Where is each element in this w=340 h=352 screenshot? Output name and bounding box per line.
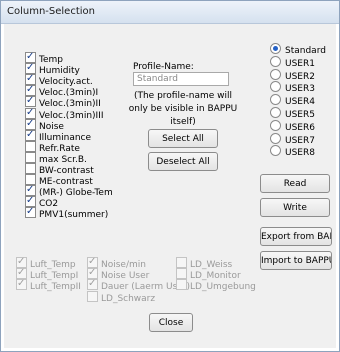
checkbox-checked-icon	[16, 277, 27, 291]
column-checkbox-label: PMV1(summer)	[39, 210, 109, 221]
radio-unselected-icon[interactable]	[270, 132, 281, 144]
profile-radio-label: USER1	[285, 58, 315, 69]
profile-name-input[interactable]	[133, 72, 229, 86]
checkbox-unchecked-icon[interactable]	[25, 140, 36, 152]
radio-unselected-icon[interactable]	[270, 107, 281, 118]
profile-radio-user7[interactable]: USER7	[270, 132, 315, 146]
checkbox-checked-icon[interactable]	[25, 128, 36, 141]
select-all-button[interactable]: Select All	[148, 129, 218, 148]
export-from-bappu-button[interactable]: Export from BAPPU	[260, 227, 332, 246]
profile-radio-user5[interactable]: USER5	[270, 107, 315, 120]
disabled-column-checkbox-label: Luft_TempII	[30, 282, 81, 293]
checkbox-unchecked-icon	[176, 268, 187, 280]
radio-unselected-icon[interactable]	[270, 94, 281, 106]
profile-radio-label: USER6	[285, 122, 315, 133]
profile-radio-user3[interactable]: USER3	[270, 81, 315, 94]
read-button[interactable]: Read	[260, 174, 330, 193]
column-selection-window: Column-Selection TempHumidityVelocity.ac…	[0, 0, 340, 352]
checkbox-unchecked-icon[interactable]	[25, 151, 36, 163]
checkbox-unchecked-icon	[176, 257, 187, 268]
profile-radio-label: USER2	[285, 71, 315, 82]
checkbox-checked-icon[interactable]	[25, 205, 36, 219]
checkbox-unchecked-icon	[87, 290, 98, 302]
column-checkbox[interactable]: PMV1(summer)	[25, 205, 109, 221]
write-button[interactable]: Write	[260, 198, 330, 217]
profile-radio-user4[interactable]: USER4	[270, 94, 315, 107]
radio-unselected-icon[interactable]	[270, 145, 281, 157]
profile-radio-user2[interactable]: USER2	[270, 68, 315, 82]
profile-name-label: Profile-Name:	[133, 62, 194, 72]
profile-radio-user8[interactable]: USER8	[270, 145, 315, 158]
profile-radio-user6[interactable]: USER6	[270, 119, 315, 133]
radio-unselected-icon[interactable]	[270, 68, 281, 80]
radio-unselected-icon[interactable]	[270, 81, 281, 93]
disabled-column-checkbox: LD_Umgebung	[176, 279, 256, 292]
radio-unselected-icon[interactable]	[270, 119, 281, 131]
radio-selected-icon[interactable]	[270, 43, 281, 54]
disabled-column-checkbox: Luft_TempII	[16, 277, 81, 293]
import-to-bappu-button[interactable]: Import to BAPPU	[260, 251, 332, 270]
close-button[interactable]: Close	[149, 313, 193, 332]
window-title: Column-Selection	[7, 6, 95, 17]
disabled-column-checkbox: LD_Schwarz	[87, 290, 156, 304]
disabled-column-checkbox-label: LD_Umgebung	[190, 282, 256, 293]
profile-radio-label: Standard	[285, 46, 326, 56]
profile-radio-label: USER3	[285, 84, 315, 95]
profile-radio-user1[interactable]: USER1	[270, 55, 315, 69]
dialog-client-area: TempHumidityVelocity.act.Veloc.(3min)IVe…	[4, 24, 336, 348]
profile-name-note: (The profile-name will only be visible i…	[128, 91, 238, 127]
checkbox-checked-icon	[87, 277, 98, 291]
disabled-column-checkbox-label: LD_Schwarz	[101, 293, 156, 304]
profile-radio-label: USER7	[285, 135, 315, 146]
checkbox-unchecked-icon[interactable]	[25, 163, 36, 174]
title-bar[interactable]: Column-Selection	[1, 1, 339, 24]
profile-radio-label: USER5	[285, 110, 315, 120]
profile-radio-label: USER4	[285, 97, 315, 108]
deselect-all-button[interactable]: Deselect All	[148, 152, 218, 171]
profile-radio-standard[interactable]: Standard	[270, 43, 326, 56]
checkbox-unchecked-icon	[176, 279, 187, 291]
profile-radio-label: USER8	[285, 148, 315, 159]
radio-unselected-icon[interactable]	[270, 55, 281, 67]
